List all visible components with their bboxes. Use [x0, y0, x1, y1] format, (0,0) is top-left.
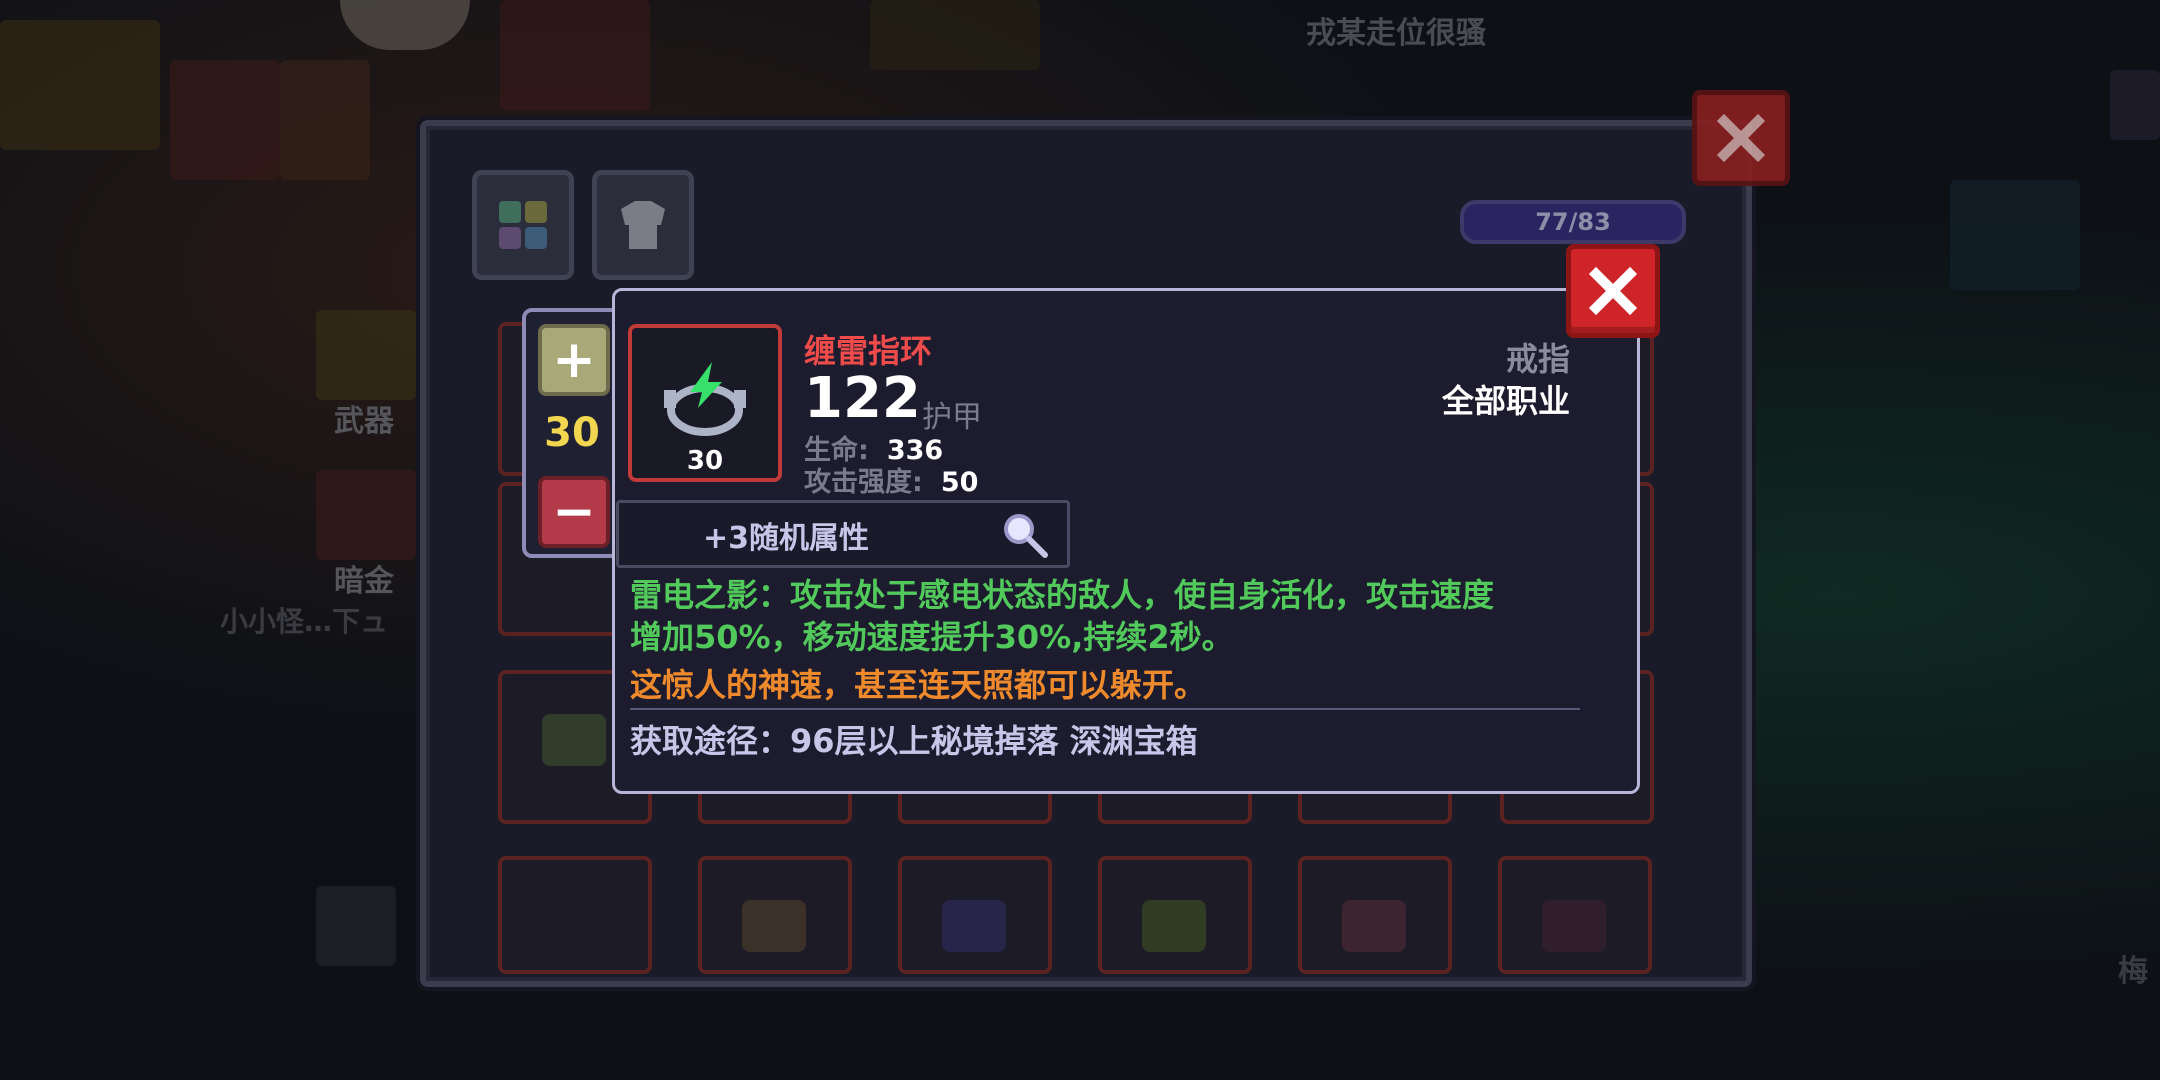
player-name-tag-left: 小小怪…下ュ — [220, 605, 389, 638]
background-decor — [280, 60, 370, 180]
magnifier-icon[interactable] — [1001, 511, 1049, 559]
player-name-tag: 戎某走位很骚 — [1306, 16, 1486, 51]
random-attributes-button[interactable]: +3随机属性 — [616, 500, 1070, 568]
sidebar-weapon-button[interactable] — [316, 310, 416, 400]
item-class-restriction: 全部职业 — [1441, 382, 1570, 420]
stat-value: 50 — [940, 467, 979, 498]
item-effect-text: 雷电之影：攻击处于感电状态的敌人，使自身活化，攻击速度 增加50%，移动速度提升… — [630, 574, 1610, 658]
effect-line: 雷电之影：攻击处于感电状态的敌人，使自身活化，攻击速度 — [630, 576, 1495, 614]
inventory-close-button[interactable] — [1692, 90, 1790, 186]
player-name-tag-right: 梅 — [2118, 954, 2148, 989]
tab-equipment[interactable] — [592, 170, 694, 280]
item-type: 戒指 — [1505, 340, 1570, 378]
armor-value: 122 — [804, 366, 921, 431]
item-icon — [742, 900, 806, 952]
grid-icon — [499, 201, 547, 249]
inventory-slot[interactable] — [1098, 856, 1252, 974]
stat-label: 攻击强度: — [804, 467, 923, 498]
background-decor — [870, 0, 1040, 70]
item-level: 30 — [686, 446, 724, 476]
sidebar-weapon-label: 武器 — [334, 404, 394, 439]
item-icon — [1542, 900, 1606, 952]
inventory-slot[interactable] — [698, 856, 852, 974]
quantity-stepper: + 30 − — [522, 308, 622, 558]
item-icon — [1342, 900, 1406, 952]
minimap-button[interactable] — [316, 886, 396, 966]
background-decor — [500, 0, 650, 110]
divider — [630, 708, 1580, 710]
quantity-count: 30 — [544, 410, 600, 456]
inventory-capacity-bar: 77/83 — [1460, 200, 1686, 244]
effect-line: 增加50%，移动速度提升30%,持续2秒。 — [630, 618, 1234, 656]
background-decor — [2110, 70, 2160, 140]
inventory-slot[interactable] — [1498, 856, 1652, 974]
random-attributes-label: +3随机属性 — [703, 521, 870, 556]
background-decor — [1950, 180, 2080, 290]
increase-button[interactable]: + — [538, 324, 610, 396]
tab-all-items[interactable] — [472, 170, 574, 280]
sidebar-dark-gold-label: 暗金 — [334, 564, 394, 599]
inventory-slot[interactable] — [1298, 856, 1452, 974]
decrease-button[interactable]: − — [538, 476, 610, 548]
close-icon — [1716, 113, 1766, 163]
stat-attack: 攻击强度: 50 — [804, 460, 978, 499]
tooltip-close-button[interactable] — [1566, 244, 1660, 338]
armor-icon — [621, 201, 665, 249]
close-icon — [1588, 266, 1638, 316]
background-decor — [0, 20, 160, 150]
item-icon — [542, 714, 606, 766]
item-icon — [942, 900, 1006, 952]
item-flavor-text: 这惊人的神速，甚至连天照都可以躲开。 — [630, 666, 1207, 704]
ring-lightning-icon — [664, 362, 746, 436]
item-icon-frame: 30 — [628, 324, 782, 482]
item-icon — [1142, 900, 1206, 952]
sidebar-dark-gold-button[interactable] — [316, 470, 416, 560]
background-decor — [170, 60, 280, 180]
inventory-slot[interactable] — [898, 856, 1052, 974]
item-source-text: 获取途径：96层以上秘境掉落 深渊宝箱 — [630, 722, 1198, 760]
inventory-slot[interactable] — [498, 856, 652, 974]
